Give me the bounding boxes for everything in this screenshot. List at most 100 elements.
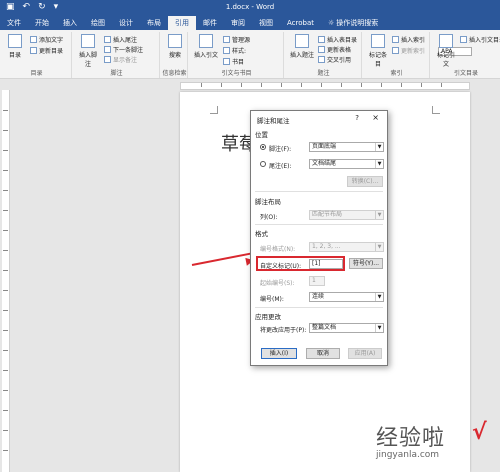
watermark-url: jingyanla.com [376,450,440,460]
table-of-figures-icon [318,36,325,43]
insert-table-of-figures-button[interactable]: 插入表目录 [318,35,357,44]
columns-select[interactable]: 匹配节布局 ▼ [309,210,384,220]
close-icon[interactable]: × [372,113,379,122]
group-label-captions: 题注 [317,70,330,77]
tab-insert[interactable]: 插入 [56,16,84,30]
update-icon [30,47,37,54]
start-at-input[interactable]: 1 [309,276,325,286]
insert-caption-button[interactable]: 插入题注 [289,34,315,59]
apply-to-select[interactable]: 整篇文档 ▼ [309,323,384,333]
group-authorities: 标记引文 插入引文目录 引文目录 [432,32,500,78]
tab-file[interactable]: 文件 [0,16,28,30]
columns-label: 列(O): [260,214,278,221]
insert-citation-button[interactable]: 插入引文 [193,34,219,59]
number-format-select[interactable]: 1, 2, 3, ... ▼ [309,242,384,252]
apply-section-label: 应用更改 [255,313,281,321]
chevron-down-icon: ▼ [375,211,383,219]
divider [255,191,383,192]
crop-mark [432,106,440,114]
mark-citation-button[interactable]: 标记引文 [435,34,457,68]
lightbulb-icon: ☼ [328,19,335,27]
ribbon: 目录 添加文字 更新目录 目录 插入脚注 插入尾注 下一条脚注 显示备注 脚注 … [0,30,500,79]
tab-draw[interactable]: 绘图 [84,16,112,30]
tab-review[interactable]: 审阅 [224,16,252,30]
footnotes-label: 脚注(F): [269,146,292,153]
tab-acrobat[interactable]: Acrobat [280,16,321,30]
caption-icon [295,34,309,48]
chevron-down-icon: ▼ [375,293,383,301]
numbering-select[interactable]: 连续 ▼ [309,292,384,302]
insert-footnote-button[interactable]: 插入脚注 [77,34,99,68]
group-research: 搜索 信息检索 [162,32,188,78]
number-format-label: 编号格式(N): [260,246,296,253]
tab-layout[interactable]: 布局 [140,16,168,30]
endnote-icon [104,36,111,43]
tab-references[interactable]: 引用 [168,16,196,30]
format-section-label: 格式 [255,230,268,238]
window-title: 1.docx - Word [225,3,275,11]
insert-index-button[interactable]: 插入索引 [392,35,425,44]
location-section-label: 位置 [255,131,268,139]
chevron-down-icon: ▼ [375,324,383,332]
style-label: 样式: [223,46,246,55]
convert-button[interactable]: 转换(C)... [347,176,383,187]
group-citations: 插入引文 管理源 样式: APA 书目 引文与书目 [190,32,472,78]
apply-button[interactable]: 应用(A) [348,348,382,359]
mark-entry-icon [371,34,385,48]
add-text-icon [30,36,37,43]
endnotes-position-select[interactable]: 文档结尾 ▼ [309,159,384,169]
cross-reference-button[interactable]: 交叉引用 [318,55,351,64]
manage-sources-icon [223,36,230,43]
add-text-button[interactable]: 添加文字 [30,35,63,44]
bibliography-icon [223,58,230,65]
start-at-label: 起始编号(S): [260,280,295,287]
group-label-research: 信息检索 [162,70,187,77]
endnotes-radio[interactable] [260,161,266,167]
search-button[interactable]: 搜索 [164,34,186,59]
tab-design[interactable]: 设计 [112,16,140,30]
update-table-button[interactable]: 更新表格 [318,45,351,54]
footnote-icon [81,34,95,48]
toc-button[interactable]: 目录 [4,34,26,59]
tell-me-search[interactable]: ☼ 操作说明搜索 [321,16,385,30]
group-label-citations: 引文与书目 [221,70,252,77]
custom-mark-highlight [256,256,345,271]
tab-view[interactable]: 视图 [252,16,280,30]
tab-home[interactable]: 开始 [28,16,56,30]
update-table-icon [318,46,325,53]
bibliography-button[interactable]: 书目 [223,57,244,66]
update-toc-button[interactable]: 更新目录 [30,46,63,55]
citation-icon [199,34,213,48]
manage-sources-button[interactable]: 管理源 [223,35,250,44]
group-toc: 目录 添加文字 更新目录 目录 [2,32,72,78]
insert-table-of-authorities-button[interactable]: 插入引文目录 [460,35,500,44]
cancel-button[interactable]: 取消 [306,348,340,359]
group-label-footnotes: 脚注 [110,70,123,77]
search-icon [168,34,182,48]
insert-index-icon [392,36,399,43]
update-index-icon [392,47,399,54]
insert-button[interactable]: 插入(I) [261,348,297,359]
show-notes-button[interactable]: 显示备注 [104,55,137,64]
tab-mailings[interactable]: 邮件 [196,16,224,30]
divider [255,307,383,308]
crop-mark [210,106,218,114]
horizontal-ruler[interactable] [180,82,470,90]
vertical-ruler[interactable] [2,90,10,472]
mark-entry-button[interactable]: 标记条目 [367,34,389,68]
update-index-button[interactable]: 更新索引 [392,46,425,55]
help-icon[interactable]: ? [355,114,359,122]
insert-endnote-button[interactable]: 插入尾注 [104,35,137,44]
footnotes-position-select[interactable]: 页面底端 ▼ [309,142,384,152]
show-notes-icon [104,56,111,63]
dialog-title: 脚注和尾注 [257,117,290,125]
endnotes-label: 尾注(E): [269,163,292,170]
style-icon [223,47,230,54]
symbol-button[interactable]: 符号(Y)... [349,258,383,269]
next-footnote-button[interactable]: 下一条脚注 [104,45,143,54]
group-captions: 插入题注 插入表目录 更新表格 交叉引用 题注 [286,32,362,78]
chevron-down-icon: ▼ [375,160,383,168]
group-label-toc: 目录 [30,70,43,77]
footnotes-radio[interactable] [260,144,266,150]
layout-section-label: 脚注布局 [255,198,281,206]
